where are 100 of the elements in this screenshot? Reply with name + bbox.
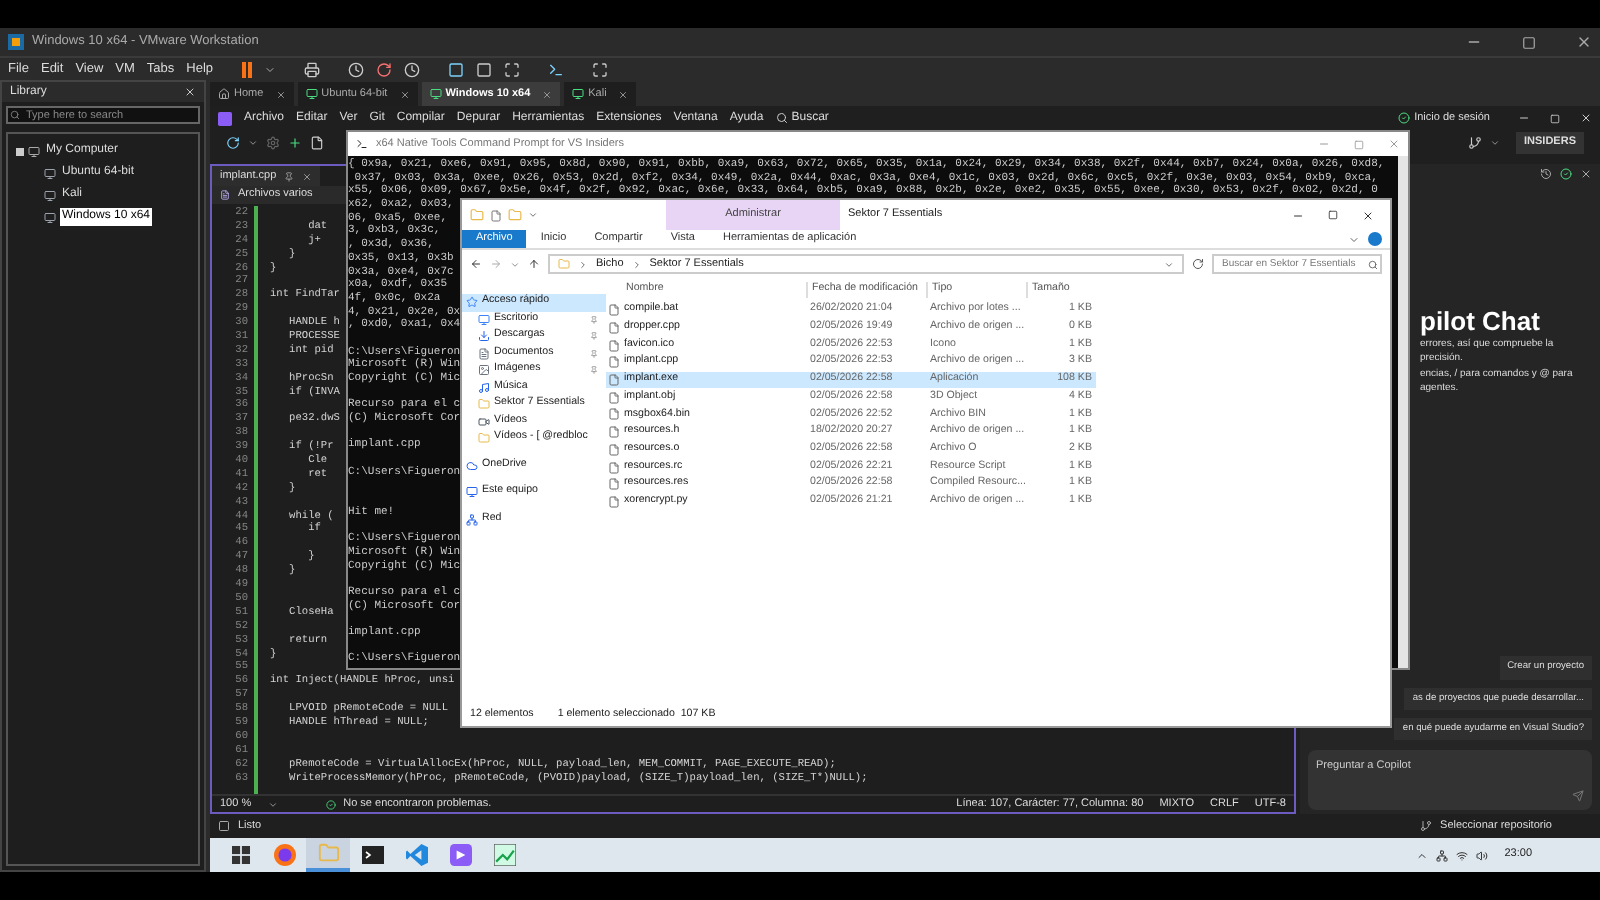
terminal-icon — [356, 138, 368, 150]
file-icon — [608, 478, 620, 491]
close-icon — [1362, 209, 1374, 221]
file-icon — [608, 443, 620, 456]
folder-icon — [478, 432, 490, 445]
code-editor-icon — [405, 844, 427, 866]
file-icon — [608, 495, 620, 508]
close-icon — [1580, 112, 1592, 124]
refresh-icon — [1192, 258, 1204, 270]
search-icon — [1368, 259, 1378, 269]
minimize-icon — [1518, 112, 1530, 124]
minimize-icon — [1318, 138, 1330, 150]
minimize-icon — [1292, 209, 1304, 221]
maximize-icon — [1328, 210, 1338, 220]
search-icon — [775, 112, 788, 124]
close-icon — [184, 86, 196, 98]
file-icon — [608, 322, 620, 335]
file-icon — [608, 461, 620, 474]
file-icon — [608, 374, 620, 387]
pause-icon[interactable] — [241, 61, 252, 77]
caret-icon — [267, 799, 278, 809]
properties-icon — [490, 209, 502, 221]
terminal-icon — [361, 846, 383, 864]
close-icon — [1576, 34, 1592, 50]
pin-icon — [284, 171, 295, 181]
file-icon — [608, 304, 620, 317]
vm-icon — [305, 88, 318, 100]
windows-logo-icon — [231, 846, 249, 864]
caret-icon — [1164, 259, 1174, 269]
music-note-icon — [478, 381, 490, 394]
folder-icon — [317, 842, 339, 864]
up-icon — [528, 258, 540, 270]
help-icon[interactable] — [1368, 232, 1382, 246]
revert-icon — [375, 61, 392, 77]
fullscreen-icon — [503, 61, 520, 77]
add-icon — [288, 136, 302, 150]
repository-icon — [1420, 820, 1433, 832]
clock-icon — [347, 61, 364, 77]
file-icon — [608, 426, 620, 439]
computer-icon — [466, 486, 478, 499]
check-icon — [325, 799, 336, 809]
cloud-icon — [466, 459, 478, 472]
caret-icon — [1490, 138, 1501, 148]
scrollbar[interactable] — [1398, 156, 1408, 668]
network-icon — [466, 513, 478, 526]
file-icon — [220, 190, 230, 200]
panel-icon — [447, 61, 464, 77]
app-logo-icon — [8, 34, 24, 50]
caret-icon — [248, 138, 258, 148]
video-icon — [478, 415, 490, 428]
folder-icon — [470, 208, 484, 222]
vm-icon — [44, 189, 56, 201]
download-icon — [478, 330, 490, 343]
computer-icon — [28, 145, 40, 157]
chevron-icon — [631, 259, 642, 269]
console-icon — [547, 61, 564, 77]
file-icon — [608, 408, 620, 421]
maximize-icon — [1550, 113, 1560, 123]
maximize-icon — [1354, 139, 1364, 149]
chevron-icon — [578, 259, 588, 269]
caret-icon — [263, 63, 276, 75]
close-icon — [1388, 138, 1400, 150]
home-icon — [218, 88, 230, 100]
document-icon — [478, 347, 490, 360]
chat-title: pilot Chat — [1420, 306, 1542, 337]
star-icon — [466, 296, 478, 309]
file-icon — [310, 136, 324, 150]
chart-window-icon — [493, 844, 515, 866]
branch-icon — [1468, 136, 1483, 150]
account-icon — [1398, 112, 1411, 124]
file-icon — [608, 391, 620, 404]
app-logo-icon — [218, 111, 232, 125]
vm-icon — [44, 211, 56, 223]
stretch-icon — [591, 61, 608, 77]
expand-ribbon-icon — [1348, 233, 1360, 245]
vm-icon — [572, 88, 585, 100]
caret-icon — [510, 259, 520, 269]
file-icon — [608, 356, 620, 369]
folder-icon — [558, 258, 570, 270]
image-icon — [478, 364, 490, 377]
copilot-icon — [1560, 168, 1572, 180]
folder-icon — [478, 398, 490, 411]
desktop-icon — [478, 313, 490, 326]
file-icon — [608, 339, 620, 352]
caret-icon — [528, 210, 538, 220]
tool-icon — [266, 136, 280, 150]
send-icon[interactable] — [1572, 790, 1584, 802]
close-icon — [1580, 168, 1592, 180]
studio-icon — [449, 844, 471, 866]
vm-icon — [44, 167, 56, 179]
vm-icon — [429, 88, 442, 100]
browser-icon — [273, 844, 295, 866]
maximize-icon — [1522, 35, 1536, 49]
forward-icon — [490, 258, 502, 270]
network-icon — [1436, 849, 1449, 861]
speaker-icon — [1476, 849, 1489, 861]
wifi-icon — [1456, 849, 1469, 861]
printer-icon — [303, 61, 320, 77]
search-icon — [10, 110, 20, 120]
history-icon — [1540, 168, 1552, 180]
